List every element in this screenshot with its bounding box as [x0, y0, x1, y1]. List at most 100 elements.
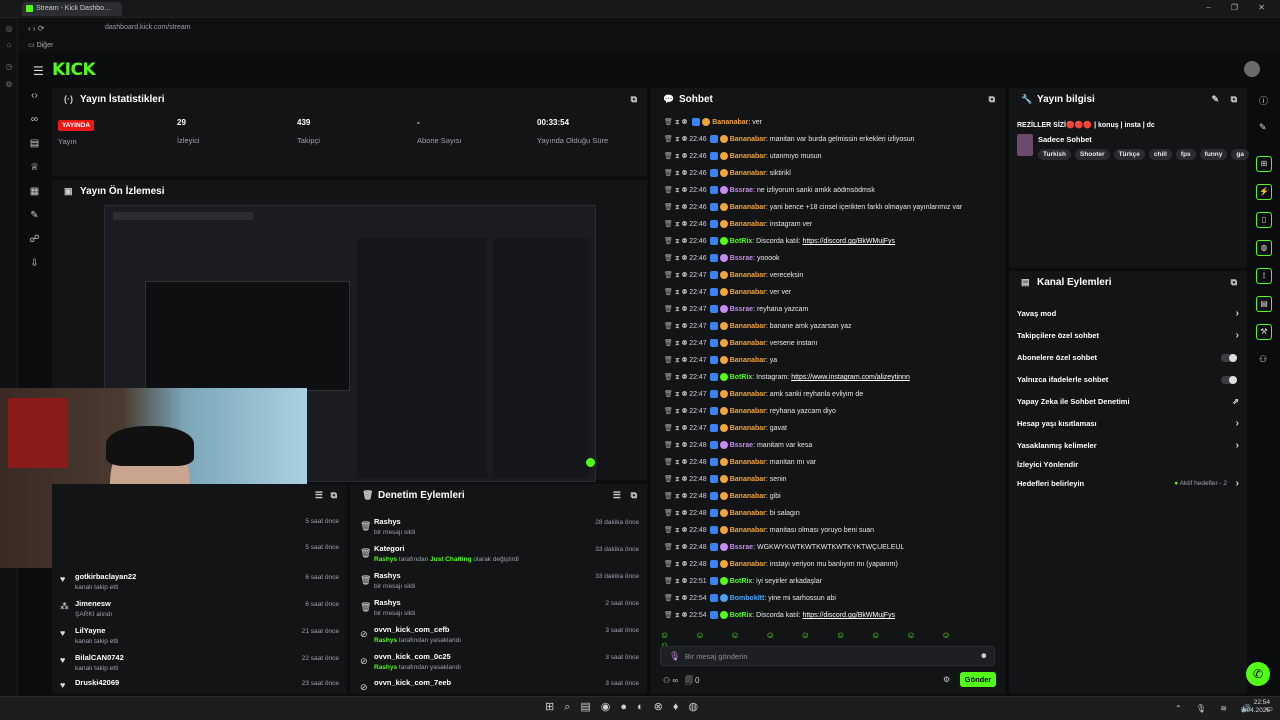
- mod-actions-icon[interactable]: 🗑 ⧗ ⚉: [664, 578, 689, 585]
- action-subscribers-only[interactable]: Abonelere özel sohbet: [1017, 347, 1239, 369]
- mod-actions-icon[interactable]: 🗑 ⧗ ⚉: [664, 493, 689, 500]
- chat-message[interactable]: 🗑 ⧗ ⚉ 22:47 Bananabar: amk sanki reyhanla…: [664, 388, 863, 401]
- tag[interactable]: ga: [1231, 149, 1249, 160]
- nav-trophy-icon[interactable]: ♕: [28, 162, 41, 175]
- chat-message[interactable]: 🗑 ⧗ ⚉ 22:46 BotRix: Discorda katıl: https…: [664, 235, 895, 248]
- mod-actions-icon[interactable]: 🗑 ⧗ ⚉: [664, 476, 689, 483]
- edit-icon[interactable]: ✎: [1259, 122, 1267, 133]
- chat-username[interactable]: Bananabar: [730, 153, 766, 160]
- chat-username[interactable]: Bananabar: [730, 561, 766, 568]
- taskbar-clock[interactable]: 22:54 5.04.2026: [1241, 699, 1270, 715]
- category-name[interactable]: Sadece Sohbet: [1038, 135, 1092, 144]
- chat-message[interactable]: 🗑 ⧗ ⚉ 22:48 Bssrae: WGKWYKWTKWTKWTKWTKYKT…: [664, 541, 904, 554]
- chat-username[interactable]: Bssrae: [730, 306, 753, 313]
- chat-message[interactable]: 🗑 ⧗ ⚉ 22:54 BombokItt: yine mi sarhossun …: [664, 592, 836, 605]
- chat-message[interactable]: 🗑 ⧗ ⚉ 22:46 Bananabar: yani bence +18 cin…: [664, 201, 962, 214]
- mod-user[interactable]: Rashys: [374, 664, 397, 671]
- chat-input[interactable]: 🎙 Bir mesaj gönderin ☻: [660, 646, 995, 666]
- chat-username[interactable]: Bananabar: [730, 357, 766, 364]
- chat-message[interactable]: 🗑 ⧗ ⚉ 22:47 Bananabar: banane amk yazarsa…: [664, 320, 852, 333]
- widget-doc-icon[interactable]: ▯: [1256, 212, 1272, 228]
- chat-message[interactable]: 🗑 ⧗ ⚉ 22:46 Bssrae: ne izliyorum sanki am…: [664, 184, 875, 197]
- mod-actions-icon[interactable]: 🗑 ⧗ ⚉: [664, 187, 689, 194]
- menu-icon[interactable]: ☰: [33, 64, 44, 78]
- chat-username[interactable]: Bssrae: [730, 255, 753, 262]
- mod-actions-icon[interactable]: 🗑 ⧗ ⚉: [664, 204, 689, 211]
- widget-list-icon[interactable]: ▤: [1256, 296, 1272, 312]
- info-icon[interactable]: ⓘ: [1259, 94, 1268, 107]
- back-forward-icon[interactable]: ‹ › ⟳: [28, 24, 44, 33]
- mod-actions-icon[interactable]: 🗑 ⧗ ⚉: [664, 238, 689, 245]
- nav-tools-icon[interactable]: ✎: [28, 210, 41, 223]
- action-ai-moderation[interactable]: Yapay Zeka ile Sohbet Denetimi ⇗: [1017, 391, 1239, 413]
- mod-actions-icon[interactable]: 🗑 ⧗ ⚉: [664, 153, 689, 160]
- chat-message[interactable]: 🗑 ⧗ ⚉ 22:48 Bananabar: instayı veriyon mu…: [664, 558, 898, 571]
- mod-user[interactable]: Rashys: [374, 637, 397, 644]
- popout-icon[interactable]: ⧉: [989, 94, 995, 105]
- chat-message[interactable]: 🗑 ⧗ ⚉ 22:47 Bananabar: ver ver: [664, 286, 791, 299]
- nav-stream-icon[interactable]: ‹›: [28, 90, 41, 103]
- edit-icon[interactable]: ✎: [1211, 94, 1219, 105]
- chat-username[interactable]: Bananabar: [730, 493, 766, 500]
- mod-actions-icon[interactable]: 🗑 ⧗ ⚉: [664, 272, 689, 279]
- widget-users-icon[interactable]: ⚇: [1259, 354, 1267, 365]
- chat-username[interactable]: BotRix: [730, 578, 753, 585]
- chat-message[interactable]: 🗑 ⧗ ⚉ Bananabar: ver: [664, 116, 762, 129]
- widget-wrench-icon[interactable]: ⚒: [1256, 324, 1272, 340]
- nav-analytics-icon[interactable]: ▤: [28, 138, 41, 151]
- feed-name[interactable]: LilYayne: [75, 626, 105, 635]
- tag[interactable]: Türkçe: [1113, 149, 1145, 160]
- chat-username[interactable]: Bananabar: [730, 170, 766, 177]
- mod-name[interactable]: Rashys: [374, 571, 401, 580]
- mod-user[interactable]: Rashys: [374, 556, 397, 563]
- chat-message[interactable]: 🗑 ⧗ ⚉ 22:51 BotRix: iyi seyirler arkadaşl…: [664, 575, 822, 588]
- chat-message[interactable]: 🗑 ⧗ ⚉ 22:47 BotRix: Instagram: https://ww…: [664, 371, 910, 384]
- action-followers-only[interactable]: Takipçilere özel sohbet ›: [1017, 325, 1239, 347]
- url-text[interactable]: dashboard.kick.com/stream: [105, 24, 191, 31]
- popout-icon[interactable]: ⧉: [1231, 94, 1237, 105]
- mod-actions-icon[interactable]: 🗑 ⧗ ⚉: [664, 442, 689, 449]
- sidebar-icon-1[interactable]: ◎: [4, 24, 14, 34]
- chat-username[interactable]: Bananabar: [730, 408, 766, 415]
- chat-username[interactable]: Bananabar: [730, 425, 766, 432]
- tag[interactable]: Shooter: [1075, 149, 1110, 160]
- mod-actions-icon[interactable]: 🗑 ⧗ ⚉: [664, 357, 689, 364]
- chat-username[interactable]: Bananabar: [730, 221, 766, 228]
- feed-name[interactable]: gotkirbaclayan22: [75, 572, 136, 581]
- chat-message[interactable]: 🗑 ⧗ ⚉ 22:46 Bananabar: siktirikl: [664, 167, 791, 180]
- chat-message[interactable]: 🗑 ⧗ ⚉ 22:48 Bssrae: manitam var kesa: [664, 439, 812, 452]
- window-controls[interactable]: – ❐ ✕: [1206, 3, 1274, 12]
- mod-actions-icon[interactable]: 🗑 ⧗ ⚉: [664, 255, 689, 262]
- nav-download-icon[interactable]: ⇩: [28, 258, 41, 271]
- mod-actions-icon[interactable]: 🗑 ⧗ ⚉: [664, 323, 689, 330]
- mod-actions-icon[interactable]: 🗑 ⧗ ⚉: [664, 221, 689, 228]
- chat-username[interactable]: Bananabar: [730, 204, 766, 211]
- action-goals[interactable]: Hedefleri belirleyin ● Aktif hedefler - 2…: [1017, 473, 1239, 495]
- bookmark-other[interactable]: Diğer: [37, 42, 54, 49]
- chat-username[interactable]: BotRix: [730, 612, 753, 619]
- mod-actions-icon[interactable]: 🗑 ⧗ ⚉: [664, 289, 689, 296]
- mod-actions-icon[interactable]: 🗑 ⧗ ⚉: [664, 340, 689, 347]
- popout-icon[interactable]: ⧉: [1231, 277, 1237, 288]
- chat-message[interactable]: 🗑 ⧗ ⚉ 22:47 Bananabar: versene instanı: [664, 337, 817, 350]
- chat-username[interactable]: Bssrae: [730, 442, 753, 449]
- emote-bar[interactable]: ☺☺☺☺☺☺☺☺☺☺: [660, 630, 1000, 650]
- mod-name[interactable]: ovvn_kick_com_7eeb: [374, 678, 451, 687]
- chat-fab-button[interactable]: ✆: [1246, 662, 1270, 686]
- chat-message[interactable]: 🗑 ⧗ ⚉ 22:54 BotRix: Discorda katıl: https…: [664, 609, 895, 622]
- toggle-switch[interactable]: [1221, 354, 1237, 362]
- chat-message[interactable]: 🗑 ⧗ ⚉ 22:46 Bananabar: instagram ver: [664, 218, 812, 231]
- kick-logo[interactable]: KICK: [52, 60, 96, 80]
- mod-actions-icon[interactable]: 🗑 ⧗ ⚉: [664, 595, 689, 602]
- chat-username[interactable]: Bananabar: [730, 510, 766, 517]
- category-thumbnail[interactable]: [1017, 134, 1033, 156]
- chat-messages[interactable]: 🗑 ⧗ ⚉ Bananabar: ver 🗑 ⧗ ⚉ 22:46 Bananabar…: [651, 116, 1005, 626]
- address-bar[interactable]: [18, 19, 1280, 38]
- chat-username[interactable]: Bananabar: [730, 476, 766, 483]
- mod-actions-icon[interactable]: 🗑 ⧗ ⚉: [664, 425, 689, 432]
- chat-username[interactable]: Bssrae: [730, 544, 753, 551]
- chat-username[interactable]: Bananabar: [712, 119, 748, 126]
- mod-actions-icon[interactable]: 🗑 ⧗ ⚉: [664, 510, 689, 517]
- chat-message[interactable]: 🗑 ⧗ ⚉ 22:48 Bananabar: gibi: [664, 490, 781, 503]
- mod-actions-icon[interactable]: 🗑 ⧗ ⚉: [664, 306, 689, 313]
